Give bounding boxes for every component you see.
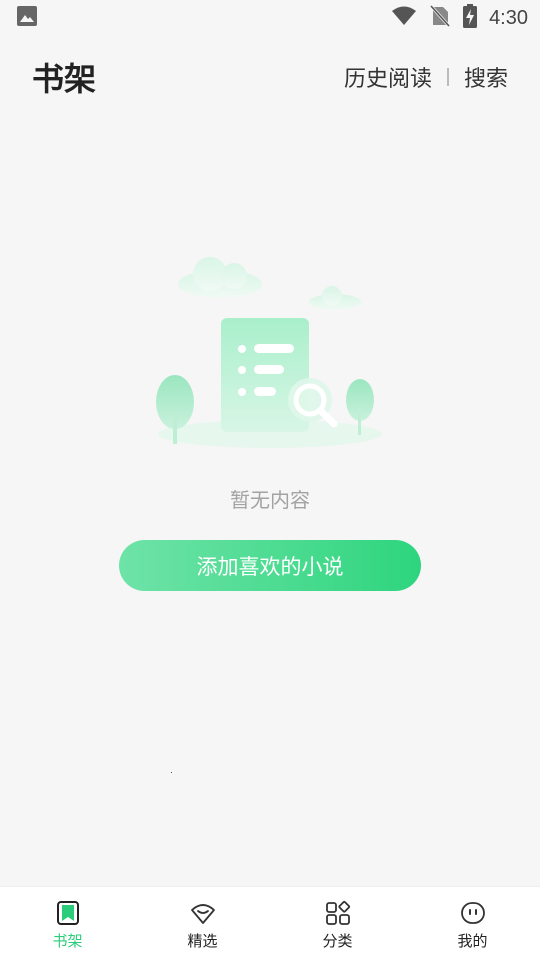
add-favorite-novel-button[interactable]: 添加喜欢的小说	[119, 540, 421, 591]
header: 书架 历史阅读 搜索	[0, 48, 540, 106]
nav-item-profile[interactable]: 我的	[405, 887, 540, 960]
status-bar: 4:30	[0, 0, 540, 36]
bookshelf-icon	[55, 900, 81, 926]
image-icon	[16, 5, 38, 31]
search-link[interactable]: 搜索	[464, 61, 508, 93]
battery-charging-icon	[463, 4, 478, 32]
status-time: 4:30	[489, 6, 528, 29]
header-actions: 历史阅读 搜索	[344, 61, 508, 93]
nav-label-bookshelf: 书架	[52, 932, 83, 950]
history-reading-link[interactable]: 历史阅读	[344, 61, 432, 93]
nav-item-bookshelf[interactable]: 书架	[0, 887, 135, 960]
page-title: 书架	[32, 60, 97, 98]
selected-icon	[190, 900, 216, 926]
profile-icon	[460, 900, 486, 926]
nav-item-selected[interactable]: 精选	[135, 887, 270, 960]
category-icon	[325, 900, 351, 926]
no-sim-icon	[429, 4, 451, 32]
nav-label-category: 分类	[322, 932, 353, 950]
empty-document-search-illustration	[150, 252, 390, 452]
bookshelf-screen: 4:30 书架 历史阅读 搜索 暂无内容 添加喜欢的小说 书架 精选 分类 我的	[0, 0, 540, 960]
nav-label-profile: 我的	[457, 932, 488, 950]
nav-label-selected: 精选	[187, 932, 218, 950]
bottom-navigation: 书架 精选 分类 我的	[0, 886, 540, 960]
empty-message: 暂无内容	[230, 488, 310, 512]
artifact-dot	[171, 772, 172, 773]
nav-item-category[interactable]: 分类	[270, 887, 405, 960]
header-divider	[446, 68, 449, 86]
status-icons: 4:30	[391, 4, 528, 32]
wifi-icon	[391, 5, 417, 31]
